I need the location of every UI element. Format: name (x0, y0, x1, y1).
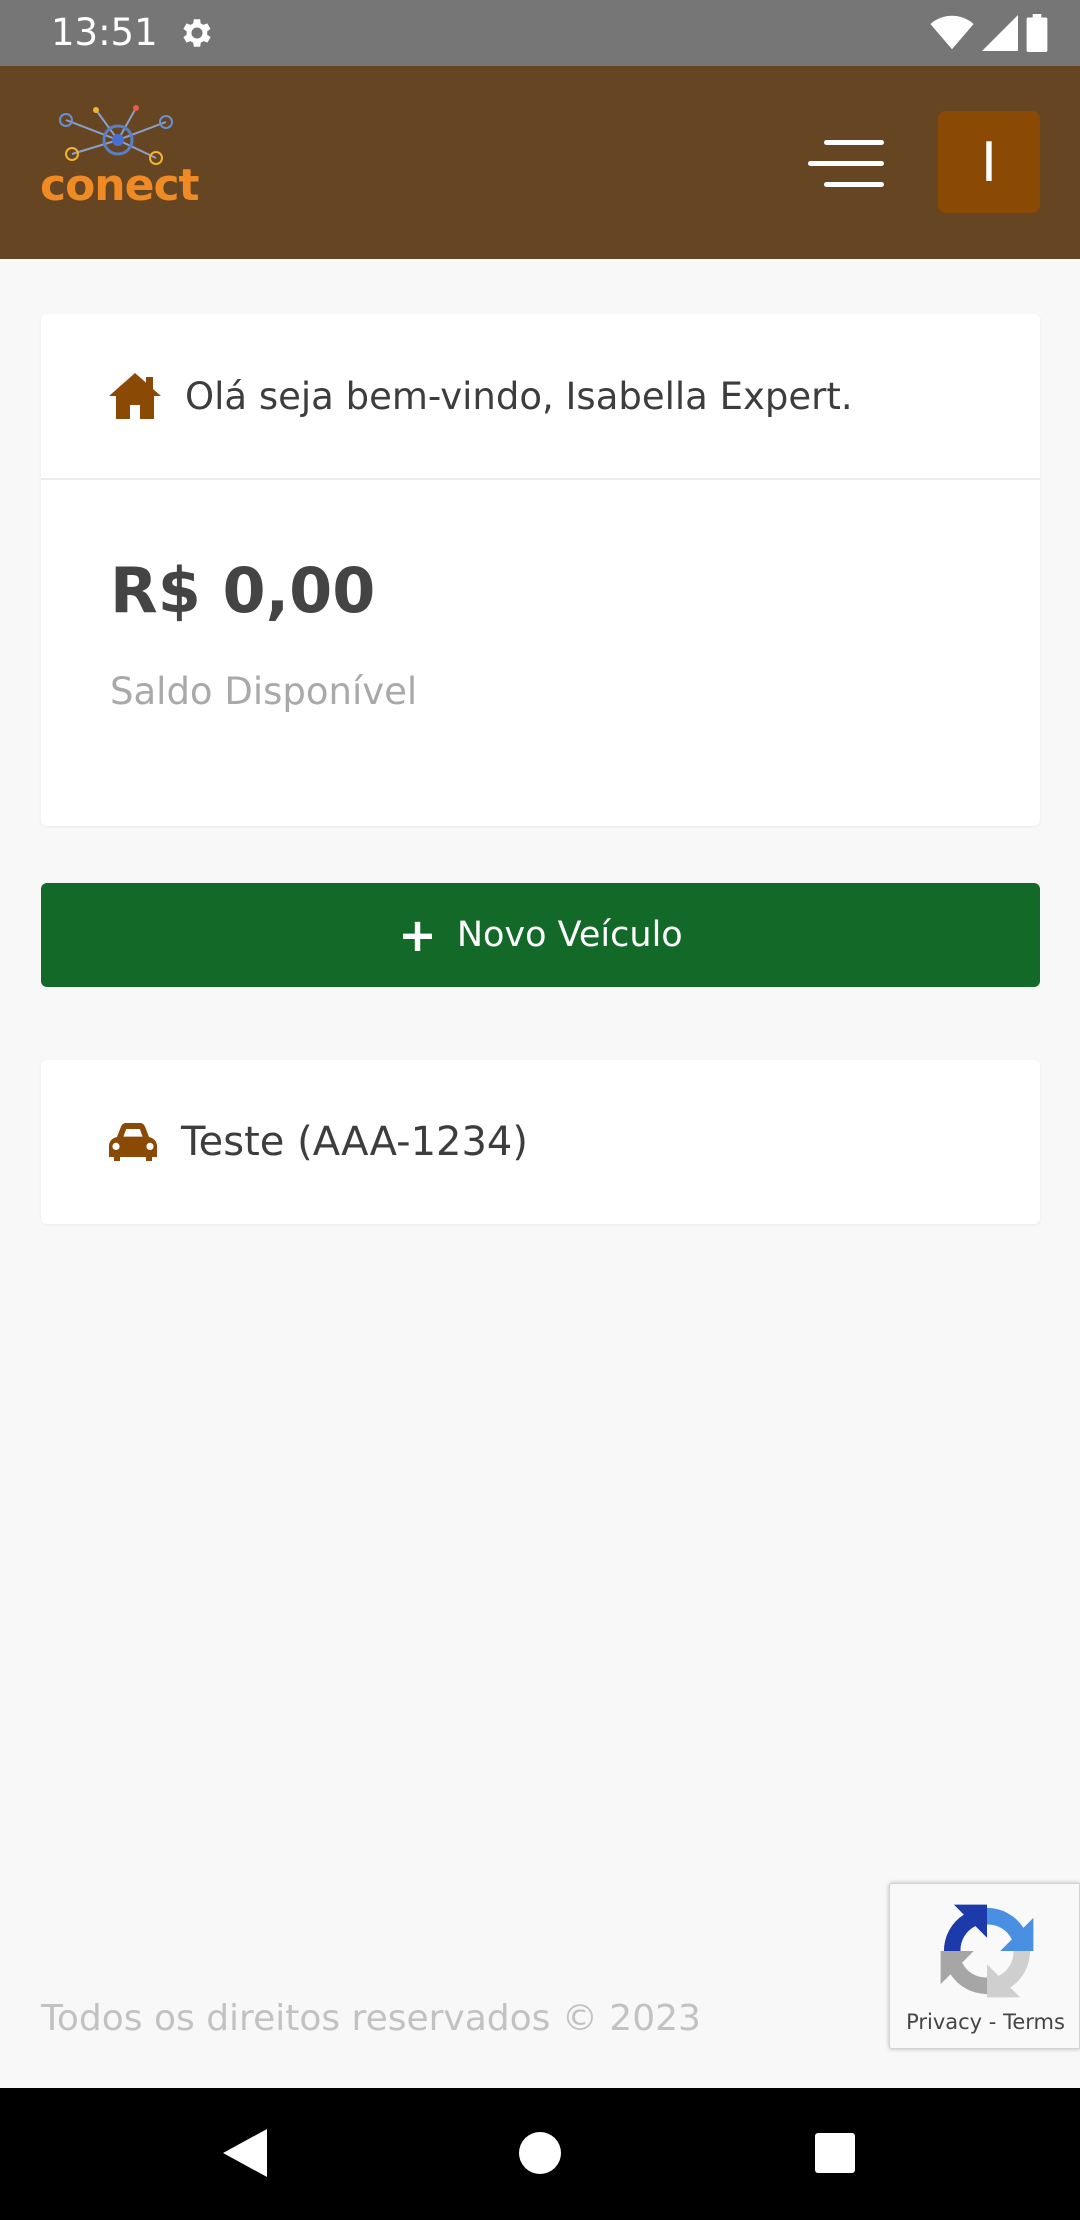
status-time: 13:51 (51, 11, 158, 54)
balance-label: Saldo Disponível (110, 670, 418, 713)
recaptcha-badge[interactable]: Privacy - Terms (889, 1883, 1080, 2049)
home-button[interactable] (505, 2118, 575, 2188)
new-vehicle-button[interactable]: + Novo Veículo (41, 883, 1040, 987)
conect-logo[interactable]: conect (36, 102, 200, 222)
wifi-icon (930, 15, 974, 50)
home-circle-icon (519, 2132, 561, 2174)
footer-copyright: Todos os direitos reservados © 2023 (41, 1998, 701, 2039)
back-button[interactable] (210, 2118, 280, 2188)
new-vehicle-label: Novo Veículo (456, 915, 683, 955)
back-icon (223, 2129, 267, 2177)
recents-icon (815, 2133, 855, 2173)
vehicle-list-item[interactable]: Teste (AAA-1234) (41, 1060, 1040, 1224)
welcome-header: Olá seja bem-vindo, Isabella Expert. (41, 314, 1040, 480)
battery-icon (1026, 14, 1048, 52)
recaptcha-separator: - (982, 2010, 1004, 2034)
menu-icon[interactable] (808, 136, 884, 190)
vehicle-label: Teste (AAA-1234) (181, 1119, 528, 1165)
status-bar: 13:51 (0, 0, 1080, 66)
home-icon (109, 373, 161, 419)
user-avatar-button[interactable]: I (938, 111, 1040, 213)
plus-icon: + (398, 908, 437, 962)
signal-icon (982, 15, 1018, 51)
welcome-card: Olá seja bem-vindo, Isabella Expert. R$ … (41, 314, 1040, 826)
recaptcha-links: Privacy - Terms (890, 2010, 1080, 2034)
terms-link[interactable]: Terms (1003, 2010, 1065, 2034)
recents-button[interactable] (800, 2118, 870, 2188)
logo-text: conect (40, 160, 200, 211)
recaptcha-icon (940, 1904, 1034, 1998)
navigation-bar (0, 2088, 1080, 2220)
balance-amount: R$ 0,00 (110, 554, 376, 627)
privacy-link[interactable]: Privacy (906, 2010, 982, 2034)
status-icons (930, 14, 1048, 52)
gear-icon (183, 19, 211, 47)
app-header: conect I (0, 66, 1080, 259)
car-icon (109, 1123, 157, 1161)
welcome-message: Olá seja bem-vindo, Isabella Expert. (185, 374, 853, 418)
